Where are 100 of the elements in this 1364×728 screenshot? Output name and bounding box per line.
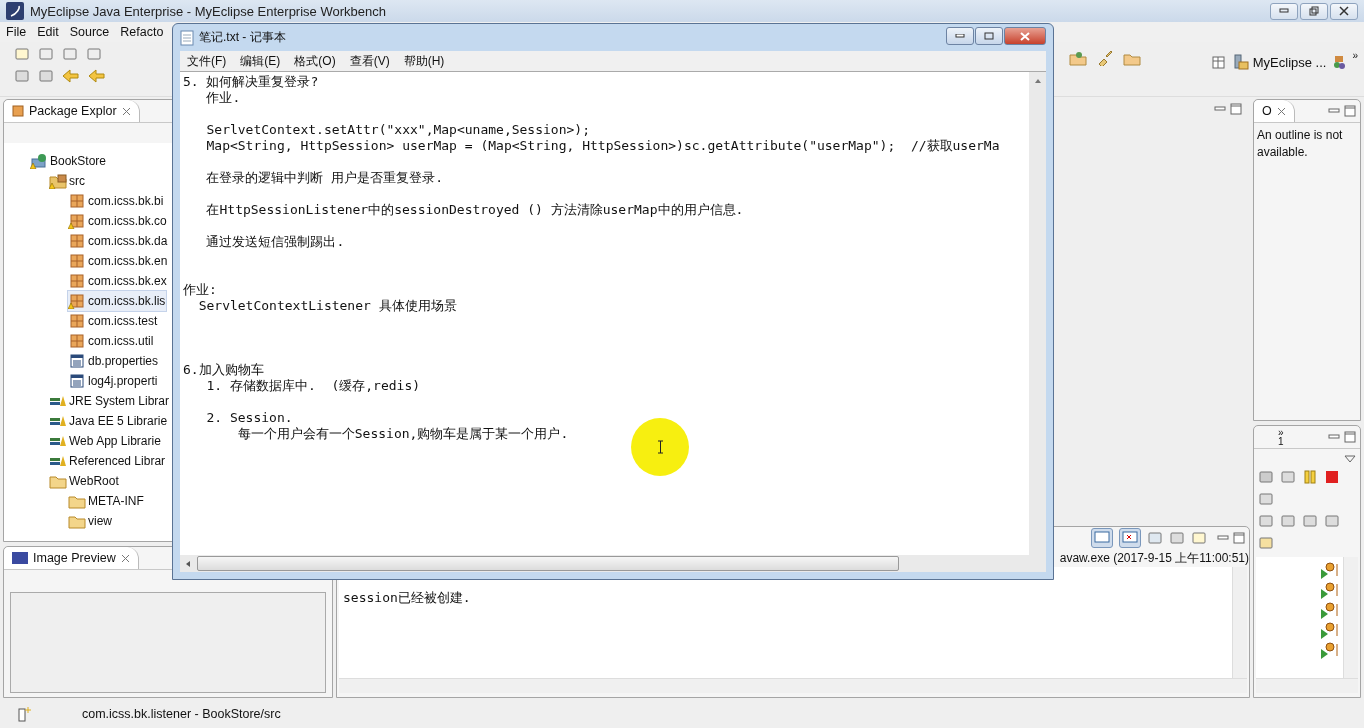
package-icon	[68, 333, 86, 349]
project-icon	[30, 153, 48, 169]
tree-item[interactable]: BookStore	[30, 151, 108, 171]
menu-item[interactable]: File	[6, 25, 27, 39]
tree-item[interactable]: com.icss.test	[68, 311, 159, 331]
close-icon[interactable]	[121, 106, 131, 116]
outline-message: An outline is not available.	[1256, 127, 1344, 161]
tree-item[interactable]: log4j.properti	[68, 371, 159, 391]
maximize-button[interactable]	[975, 27, 1003, 45]
image-icon	[12, 552, 28, 564]
minimize-button[interactable]	[946, 27, 974, 45]
database-icon	[1232, 54, 1249, 70]
thread-icon[interactable]	[1319, 641, 1341, 659]
minimize-icon[interactable]	[1217, 533, 1229, 543]
tree-item[interactable]: db.properties	[68, 351, 160, 371]
perspective-icon[interactable]	[1332, 54, 1347, 70]
console-output: session已经被创建.	[342, 589, 472, 607]
package-icon	[68, 273, 86, 289]
maximize-icon[interactable]	[1233, 532, 1245, 544]
tree-item[interactable]: META-INF	[68, 491, 145, 511]
status-icon	[18, 706, 32, 722]
properties-file-icon	[68, 353, 86, 369]
properties-file-icon	[68, 373, 86, 389]
source-folder-icon	[49, 173, 67, 189]
menu-item[interactable]: 格式(O)	[294, 52, 336, 70]
tree-item[interactable]: src	[49, 171, 86, 191]
tree-item[interactable]: Referenced Librar	[49, 451, 167, 471]
maximize-icon[interactable]	[1344, 105, 1356, 117]
thread-icon[interactable]	[1319, 581, 1341, 599]
flashlight-icon[interactable]	[1096, 50, 1113, 66]
maximize-icon	[984, 32, 994, 40]
menu-item[interactable]: Source	[69, 25, 110, 39]
package-icon	[68, 233, 86, 249]
minimize-icon	[1279, 8, 1289, 14]
scroll-up-arrow-icon[interactable]	[1033, 78, 1042, 84]
pause-icon[interactable]	[1302, 469, 1318, 485]
horizontal-scrollbar[interactable]	[180, 555, 1046, 572]
vertical-scrollbar[interactable]	[1232, 567, 1247, 678]
package-icon	[68, 253, 86, 269]
stop-icon[interactable]	[1324, 469, 1340, 485]
minimize-icon[interactable]	[1328, 432, 1340, 442]
tree-item[interactable]: Web App Librarie	[49, 431, 162, 451]
tree-item[interactable]: view	[68, 511, 113, 531]
restore-icon	[1309, 6, 1319, 16]
package-icon	[68, 313, 86, 329]
folder-icon[interactable]	[1068, 50, 1087, 66]
window-title: MyEclipse Java Enterprise - MyEclipse Enterprise Workbench	[30, 3, 386, 19]
horizontal-scrollbar[interactable]	[1256, 678, 1358, 693]
view-tab[interactable]: O	[1254, 100, 1295, 122]
tree-item[interactable]: JRE System Librar	[49, 391, 171, 411]
menu-item[interactable]: 文件(F)	[187, 52, 227, 70]
view-menu-icon[interactable]	[1344, 455, 1356, 463]
minimize-button[interactable]	[1270, 2, 1298, 20]
more-tabs-button[interactable]: » 1	[1254, 428, 1284, 446]
status-text: com.icss.bk.listener - BookStore/src	[82, 707, 281, 721]
view-tab[interactable]: Package Explor	[4, 100, 140, 122]
thread-icon[interactable]	[1319, 621, 1341, 639]
tree-item[interactable]: com.icss.bk.co	[68, 211, 168, 231]
restore-button[interactable]	[1300, 2, 1328, 20]
menu-item[interactable]: 帮助(H)	[403, 52, 445, 70]
console-error-icon[interactable]	[1119, 528, 1141, 548]
minimize-icon	[955, 34, 965, 38]
tree-item[interactable]: com.icss.bk.bi	[68, 191, 165, 211]
console-icon[interactable]	[1091, 528, 1113, 548]
folder-icon	[49, 473, 67, 489]
tree-item[interactable]: com.icss.util	[68, 331, 155, 351]
horizontal-scrollbar[interactable]	[339, 678, 1247, 693]
tree-item[interactable]: Java EE 5 Librarie	[49, 411, 169, 431]
tree-item[interactable]: WebRoot	[49, 471, 120, 491]
open-perspective-icon[interactable]	[1210, 54, 1227, 70]
menu-item[interactable]: 查看(V)	[349, 52, 390, 70]
menu-item[interactable]: 编辑(E)	[240, 52, 281, 70]
tree-item[interactable]: com.icss.bk.da	[68, 231, 169, 251]
back-arrow-icon[interactable]	[62, 68, 80, 84]
close-icon[interactable]	[120, 553, 130, 563]
menu-item[interactable]: Edit	[37, 25, 59, 39]
menu-item[interactable]: Refacto	[120, 25, 164, 39]
console-process-label: avaw.exe (2017-9-15 上午11:00:51)	[1059, 549, 1249, 567]
vertical-scrollbar[interactable]	[1343, 557, 1358, 678]
minimize-icon[interactable]	[1328, 106, 1340, 116]
notepad-icon	[180, 29, 194, 46]
cursor-highlight	[631, 418, 689, 476]
document-text: 5. 如何解决重复登录? 作业. SerlvetContext.setAttr("xxx",Map<uname,Session>); Map<String, HttpSession> userMap = (Map<String, HttpSession>)sc.getAttribute("userMap"); //获取userMa 在登录的逻辑中判断 用户是否重复登录. 在HttpSessionListener中的sessionDestroyed () 方法清除userMap中的用户信息. 通过发送短信强制踢出. 作业: ServletContextListener 具体使用场景 6.加入购物车 1. 存储数据库中. (缓存,redis) 2. Session. 每一个用户会有一个Session,购物车是属于某一个用户.	[182, 73, 1001, 443]
folder-icon	[68, 493, 86, 509]
view-tab[interactable]: Image Preview	[4, 547, 139, 569]
more-perspectives-button[interactable]: »	[1352, 50, 1358, 61]
close-button[interactable]	[1330, 2, 1358, 20]
thread-icon[interactable]	[1319, 561, 1341, 579]
scroll-left-arrow-icon[interactable]	[185, 559, 191, 568]
maximize-icon[interactable]	[1230, 103, 1242, 115]
close-icon[interactable]	[1276, 106, 1286, 116]
minimize-icon[interactable]	[1214, 104, 1226, 114]
tree-item[interactable]: com.icss.bk.lis	[68, 291, 167, 311]
perspective-button[interactable]: MyEclipse ...	[1232, 54, 1327, 70]
back-arrow-icon[interactable]	[88, 68, 106, 84]
vertical-scrollbar[interactable]	[1029, 72, 1046, 555]
thread-icon[interactable]	[1319, 601, 1341, 619]
maximize-icon[interactable]	[1344, 431, 1356, 443]
tree-item[interactable]: com.icss.bk.ex	[68, 271, 168, 291]
tree-item[interactable]: com.icss.bk.en	[68, 251, 169, 271]
